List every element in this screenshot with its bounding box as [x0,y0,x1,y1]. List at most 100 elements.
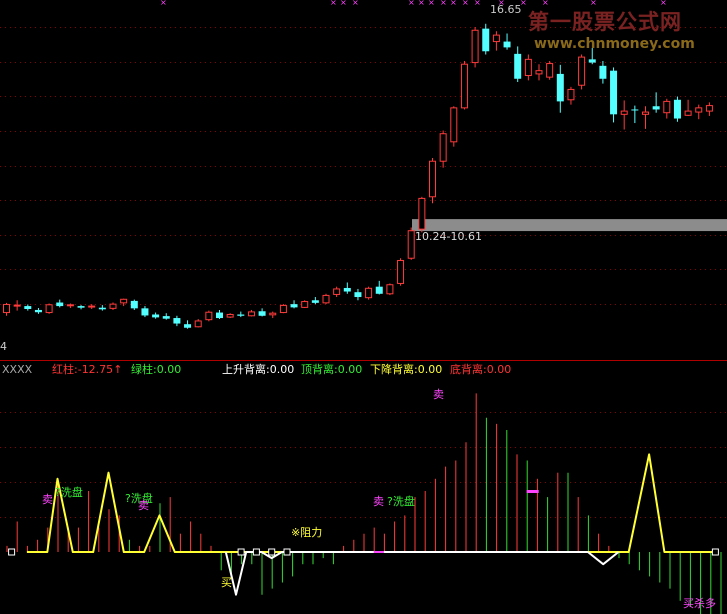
candle-59 [631,105,639,124]
candle-body-45 [482,28,490,52]
magenta-dash-marker [526,490,539,493]
top-star-marker-3: × [352,0,359,7]
candle-15 [162,313,170,320]
left-axis-label: 4 [0,340,7,353]
candle-body-64 [684,110,692,116]
candle-body-28 [301,301,309,308]
candle-body-49 [524,58,532,77]
candle-body-4 [45,304,53,314]
green-bar-caption: 绿柱: [131,363,157,376]
candle-6 [66,303,74,309]
candle-25 [269,311,277,319]
candle-body-22 [237,314,245,316]
top-star-marker-5: × [418,0,425,7]
candle-66 [705,102,713,116]
candle-19 [205,310,213,322]
top-divergence-caption: 顶背离: [301,363,338,376]
candle-38 [407,227,415,260]
candle-body-32 [343,287,351,292]
candle-body-3 [34,309,42,313]
candle-31 [333,286,341,298]
candle-61 [652,92,660,113]
watermark-title: 第一股票公式网 [528,10,682,34]
candle-56 [599,60,607,84]
candle-21 [226,313,234,319]
candle-body-14 [152,314,160,318]
candle-body-42 [450,107,458,143]
candle-body-13 [141,308,149,316]
candle-body-0 [3,303,10,314]
candle-39 [418,196,426,233]
candle-29 [311,297,319,305]
candle-body-24 [258,311,266,316]
candle-body-46 [492,34,500,43]
candle-body-54 [578,56,586,86]
bottom-divergence-caption: 底背离: [450,363,487,376]
top-divergence-label: 顶背离:0.00 [301,363,362,376]
green-bar-value: 0.00 [156,363,182,376]
top-star-marker-7: × [440,0,447,7]
candle-62 [663,98,671,119]
candle-4 [45,303,53,314]
candle-body-18 [194,320,202,328]
candle-2 [24,304,32,311]
indicator-name: XXXX [2,363,33,376]
red-bar-label: 红柱:-12.75↑ [52,363,122,376]
candle-body-38 [407,230,415,259]
green-bar-label: 绿柱:0.00 [131,363,181,376]
candle-body-7 [77,306,85,308]
candle-body-26 [279,304,287,314]
candle-body-12 [130,300,138,309]
candle-body-61 [652,106,660,110]
candle-body-52 [556,73,564,102]
candle-53 [567,86,575,105]
candle-50 [535,64,543,81]
candle-51 [546,60,554,80]
candle-body-15 [162,316,170,319]
candle-body-23 [247,311,255,317]
candle-body-10 [109,303,117,309]
candle-body-11 [120,298,128,304]
candle-43 [460,60,468,110]
wash-signal-3: ?洗盘 [387,495,415,508]
candle-17 [184,320,192,329]
candle-body-37 [397,259,405,284]
candle-12 [130,299,138,310]
candle-28 [301,300,309,309]
candle-body-5 [56,302,64,307]
candle-40 [429,157,436,204]
candle-27 [290,300,298,309]
candle-body-34 [365,287,373,299]
candle-body-39 [418,197,426,230]
top-star-marker-1: × [330,0,337,7]
candle-54 [578,54,586,90]
candle-37 [397,258,405,286]
bottom-divergence-label: 底背离:0.00 [450,363,511,376]
candle-9 [98,305,106,311]
candle-body-55 [588,59,596,63]
candle-body-36 [386,284,394,295]
candle-body-29 [311,300,319,303]
candle-body-27 [290,304,298,308]
candle-30 [322,293,330,305]
candle-20 [216,309,223,320]
candle-22 [237,311,245,318]
indicator-line-white [224,551,620,596]
candle-7 [77,305,85,310]
candle-body-20 [216,312,223,319]
candle-49 [524,54,532,81]
top-divergence-value: 0.00 [337,363,363,376]
candle-10 [109,302,117,310]
top-star-marker-6: × [428,0,435,7]
candle-41 [439,130,447,168]
candle-44 [471,27,479,68]
candle-body-31 [333,288,341,295]
candle-body-56 [599,65,607,79]
top-star-marker-4: × [408,0,415,7]
candle-8 [88,304,96,309]
stock-chart[interactable]: × × × × × × × × × × × × × × × × [0,0,727,614]
candle-body-2 [24,306,32,309]
candle-body-17 [184,324,192,328]
candle-3 [34,308,42,314]
white-square-marker-3 [268,548,276,556]
